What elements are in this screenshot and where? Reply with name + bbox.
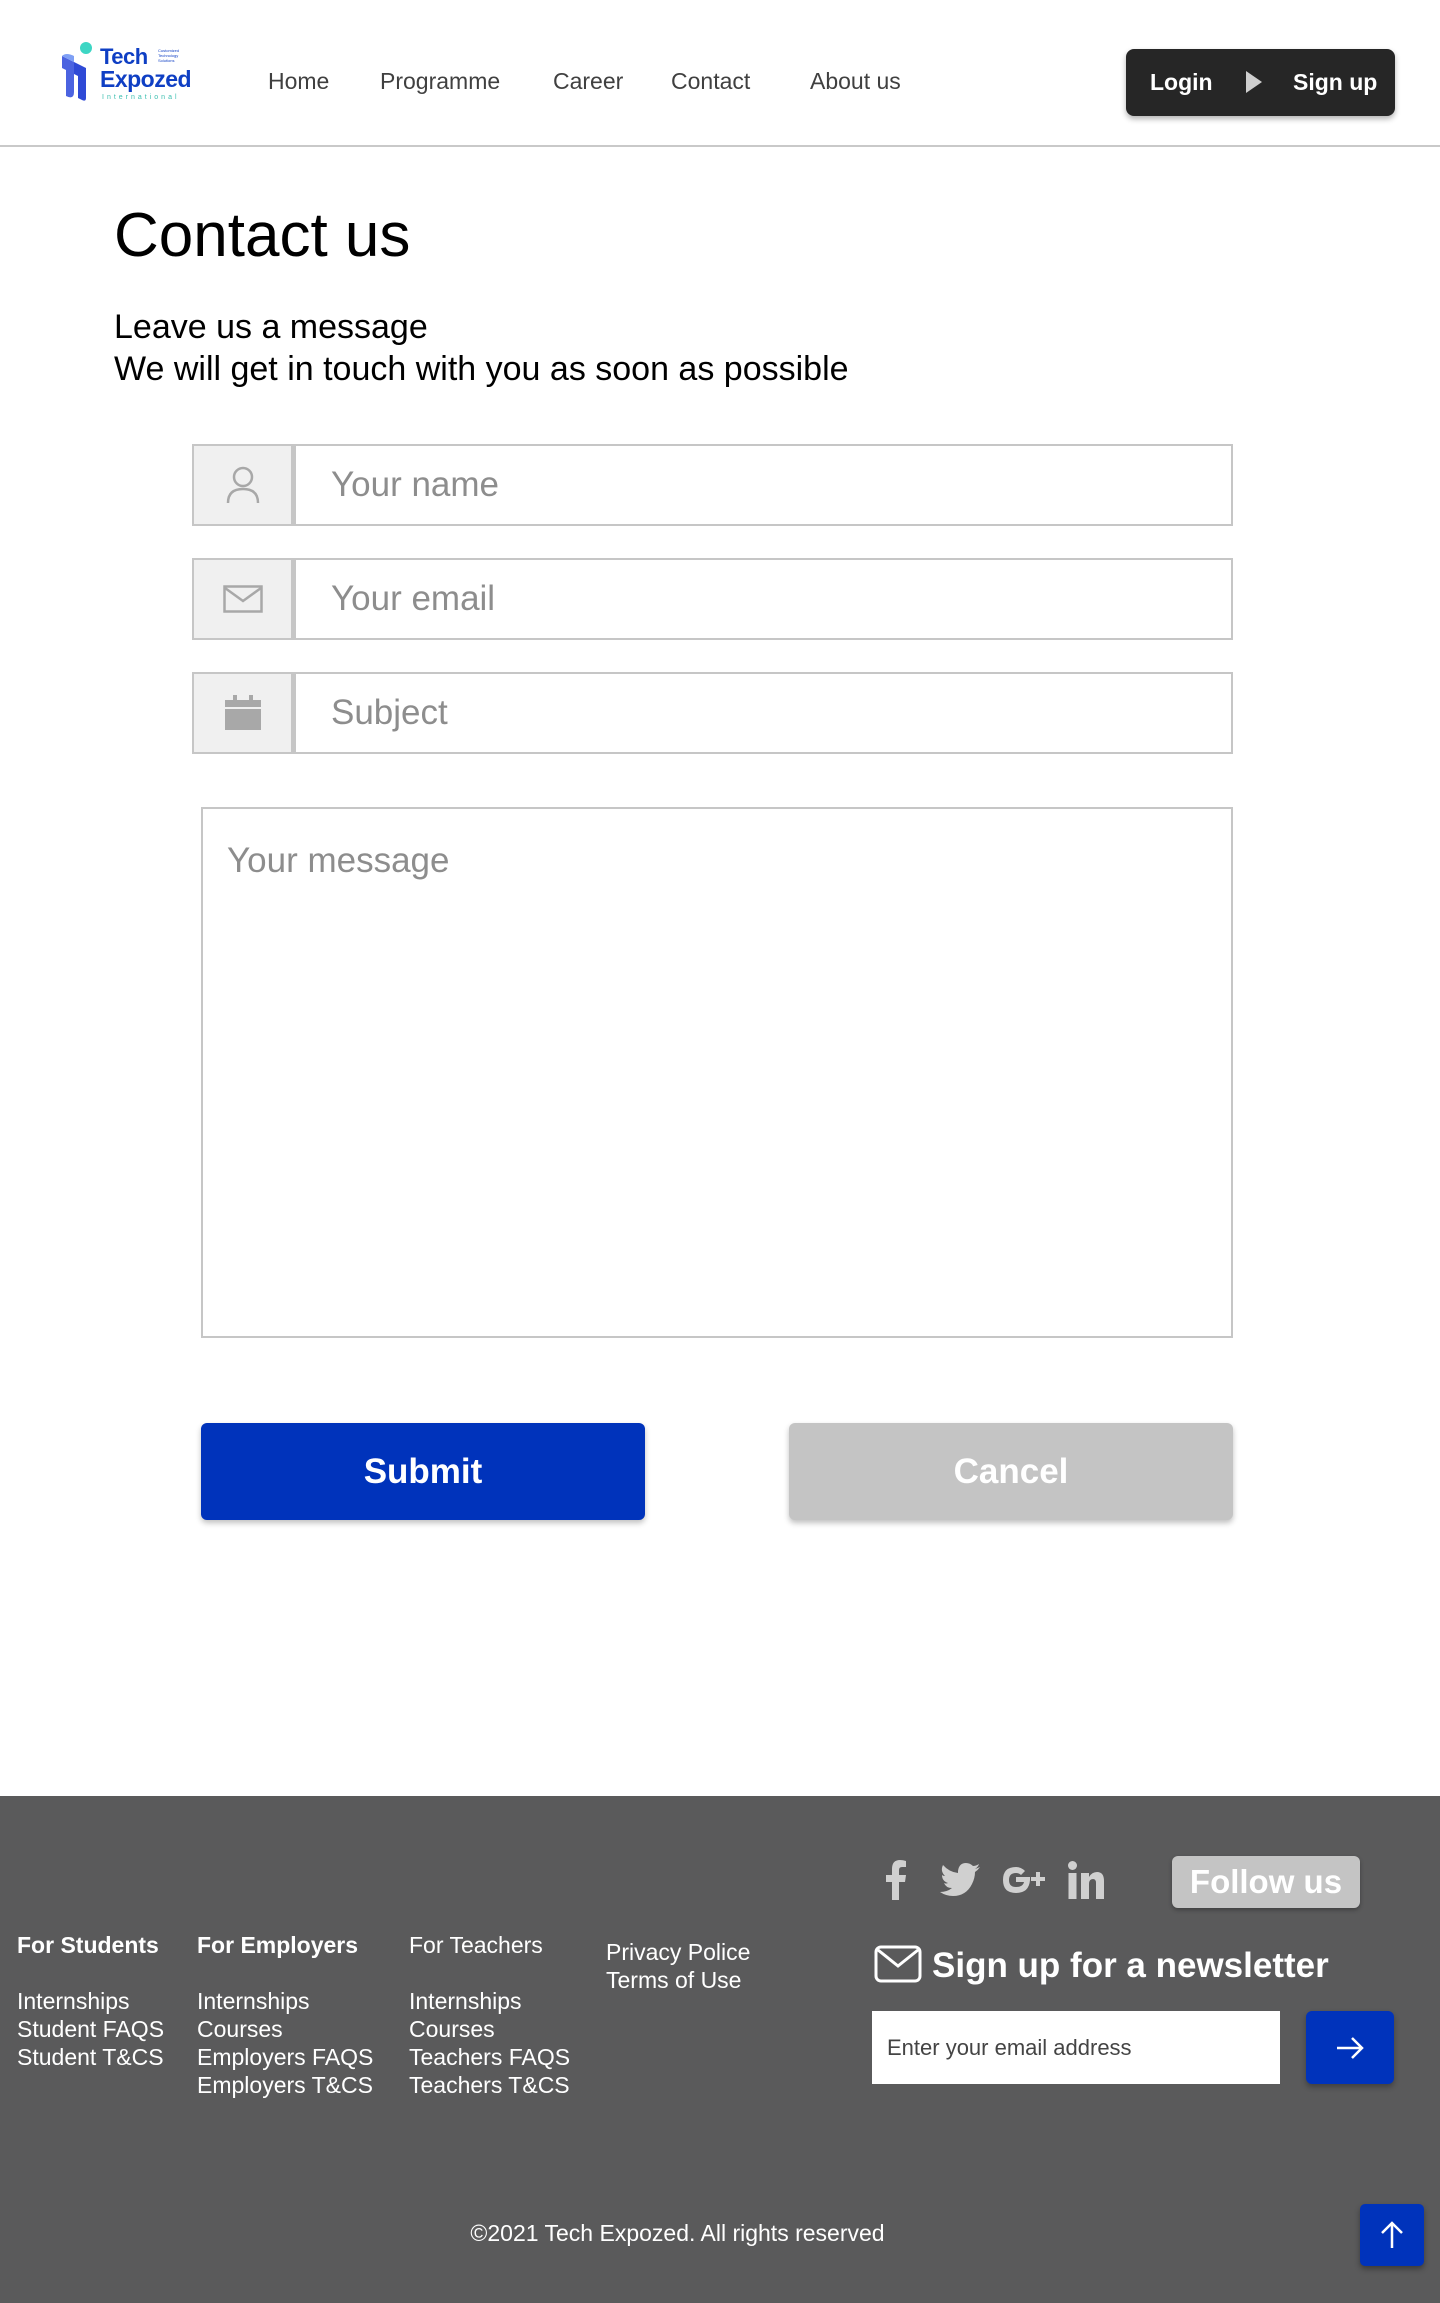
calendar-icon bbox=[192, 672, 293, 754]
page-title: Contact us bbox=[114, 201, 411, 270]
footer-link-teacher-faqs[interactable]: Teachers FAQS bbox=[409, 2043, 570, 2071]
nav-career[interactable]: Career bbox=[553, 68, 623, 95]
arrow-up-icon bbox=[1381, 2221, 1403, 2248]
linkedin-icon[interactable] bbox=[1064, 1858, 1108, 1902]
back-to-top-button[interactable] bbox=[1360, 2204, 1424, 2266]
footer-link-terms[interactable]: Terms of Use bbox=[606, 1966, 750, 1994]
footer-employers-heading: For Employers bbox=[197, 1932, 359, 1958]
site-header: Tech Customized Technology Solutions Exp… bbox=[0, 0, 1440, 147]
envelope-icon bbox=[874, 1945, 922, 1983]
auth-button-group: Login Sign up bbox=[1126, 49, 1395, 116]
email-field bbox=[192, 558, 1233, 640]
footer-link-employer-internships[interactable]: Internships bbox=[197, 1987, 373, 2015]
nav-programme[interactable]: Programme bbox=[380, 68, 500, 95]
logo-tagline: International bbox=[102, 94, 180, 101]
subject-field bbox=[192, 672, 1233, 754]
twitter-icon[interactable] bbox=[938, 1858, 982, 1902]
footer-teachers-column: For Teachers Internships Courses Teacher… bbox=[409, 1931, 570, 2099]
newsletter-title: Sign up for a newsletter bbox=[932, 1946, 1329, 1985]
logo[interactable]: Tech Customized Technology Solutions Exp… bbox=[58, 42, 204, 108]
mail-icon bbox=[192, 558, 293, 640]
footer-legal-column: Privacy Police Terms of Use bbox=[606, 1938, 750, 1994]
footer-link-employer-tcs[interactable]: Employers T&CS bbox=[197, 2071, 373, 2099]
footer-teachers-heading: For Teachers bbox=[409, 1932, 543, 1958]
logo-mark-icon bbox=[62, 42, 92, 101]
footer-link-teacher-tcs[interactable]: Teachers T&CS bbox=[409, 2071, 570, 2099]
signup-button[interactable]: Sign up bbox=[1293, 69, 1377, 96]
footer-students-heading: For Students bbox=[17, 1932, 159, 1958]
footer-link-student-internships[interactable]: Internships bbox=[17, 1987, 164, 2015]
arrow-right-icon bbox=[1337, 2036, 1364, 2059]
footer-link-student-tcs[interactable]: Student T&CS bbox=[17, 2043, 164, 2071]
message-textarea[interactable] bbox=[201, 807, 1233, 1338]
login-button[interactable]: Login bbox=[1150, 69, 1213, 96]
google-plus-icon[interactable] bbox=[1002, 1858, 1046, 1902]
logo-text-expozed: Expozed bbox=[100, 66, 192, 92]
submit-button[interactable]: Submit bbox=[201, 1423, 645, 1520]
footer-link-teacher-internships[interactable]: Internships bbox=[409, 1987, 570, 2015]
name-field bbox=[192, 444, 1233, 526]
cancel-button[interactable]: Cancel bbox=[789, 1423, 1233, 1520]
newsletter-email-input[interactable] bbox=[872, 2011, 1280, 2084]
user-icon bbox=[192, 444, 293, 526]
nav-about-us[interactable]: About us bbox=[810, 68, 901, 95]
facebook-icon[interactable] bbox=[874, 1858, 918, 1902]
footer-link-student-faqs[interactable]: Student FAQS bbox=[17, 2015, 164, 2043]
page-subtitle: Leave us a message We will get in touch … bbox=[114, 306, 849, 390]
subject-input[interactable] bbox=[293, 672, 1233, 754]
follow-us-badge[interactable]: Follow us bbox=[1172, 1856, 1360, 1908]
nav-contact[interactable]: Contact bbox=[671, 68, 750, 95]
name-input[interactable] bbox=[293, 444, 1233, 526]
footer-employers-column: For Employers Internships Courses Employ… bbox=[197, 1931, 373, 2099]
subtitle-line-2: We will get in touch with you as soon as… bbox=[114, 350, 849, 388]
logo-small-text: Customized Technology Solutions bbox=[158, 48, 180, 63]
play-arrow-icon bbox=[1246, 71, 1262, 93]
email-input[interactable] bbox=[293, 558, 1233, 640]
subtitle-line-1: Leave us a message bbox=[114, 308, 428, 346]
footer-students-column: For Students Internships Student FAQS St… bbox=[17, 1931, 164, 2071]
footer-link-teacher-courses[interactable]: Courses bbox=[409, 2015, 570, 2043]
site-footer: For Students Internships Student FAQS St… bbox=[0, 1796, 1440, 2303]
nav-home[interactable]: Home bbox=[268, 68, 329, 95]
newsletter-submit-button[interactable] bbox=[1306, 2011, 1394, 2084]
footer-link-privacy[interactable]: Privacy Police bbox=[606, 1938, 750, 1966]
footer-link-employer-faqs[interactable]: Employers FAQS bbox=[197, 2043, 373, 2071]
copyright-text: ©2021 Tech Expozed. All rights reserved bbox=[470, 2220, 885, 2246]
footer-link-employer-courses[interactable]: Courses bbox=[197, 2015, 373, 2043]
